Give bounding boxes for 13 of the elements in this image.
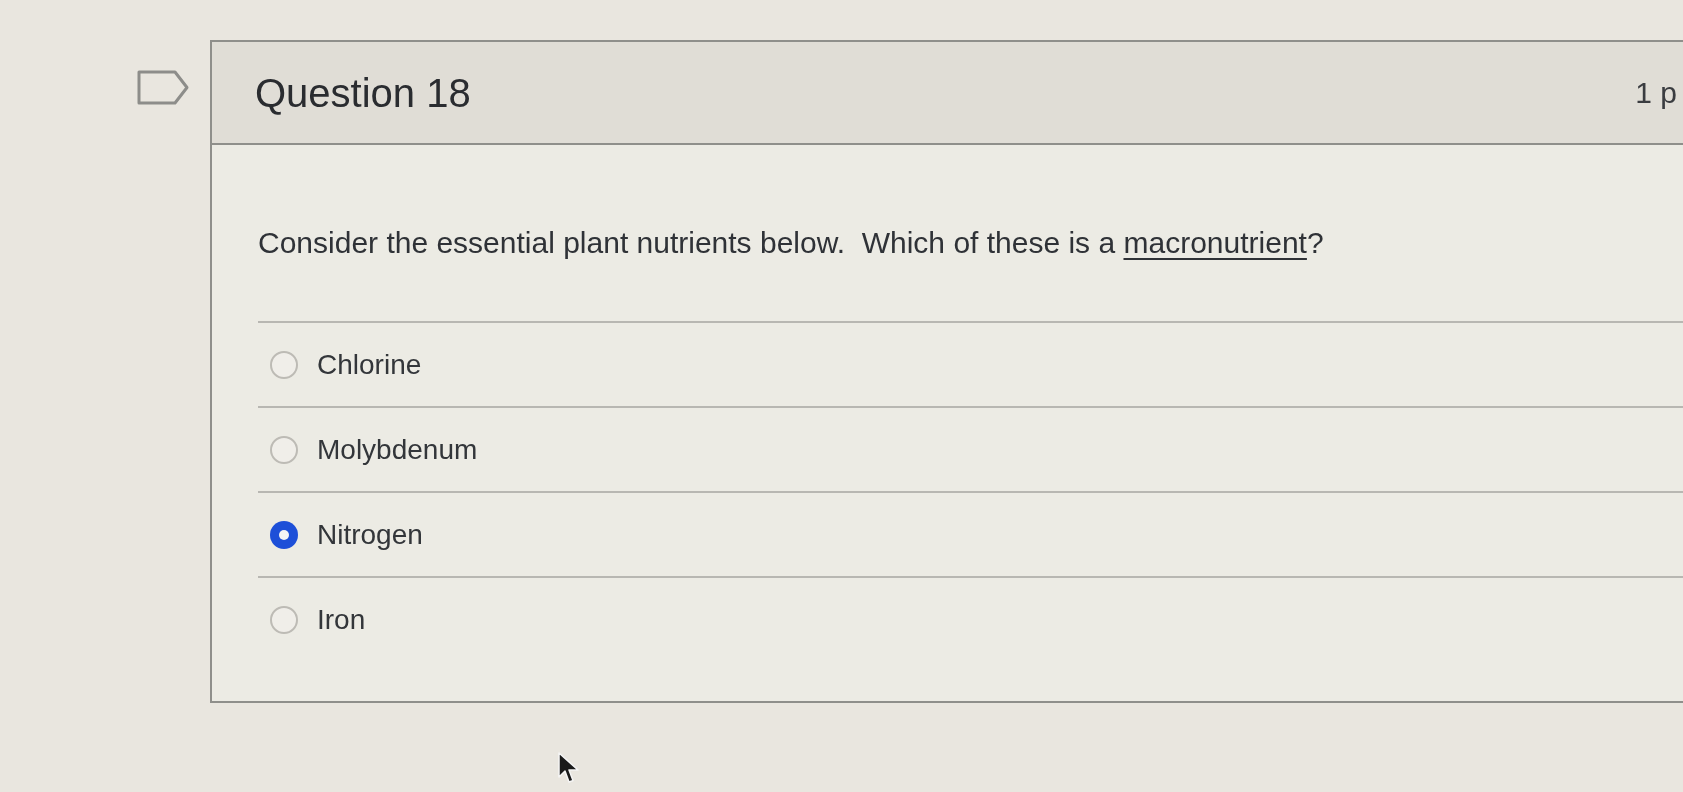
option-label: Iron [317, 602, 366, 637]
tag-icon[interactable] [137, 70, 189, 105]
mouse-pointer-icon [558, 752, 580, 784]
radio-button[interactable] [270, 605, 298, 634]
radio-button[interactable] [270, 435, 298, 464]
option-label: Nitrogen [317, 517, 423, 552]
option-label: Chlorine [317, 347, 422, 382]
question-title: Question 18 [255, 69, 471, 117]
points-label: 1 p [1635, 74, 1677, 111]
radio-button[interactable] [270, 520, 298, 549]
radio-button[interactable] [270, 350, 298, 379]
option-label: Molybdenum [317, 432, 478, 467]
question-text: Consider the essential plant nutrients below. Which of these is a macronutrient? [258, 225, 1324, 261]
